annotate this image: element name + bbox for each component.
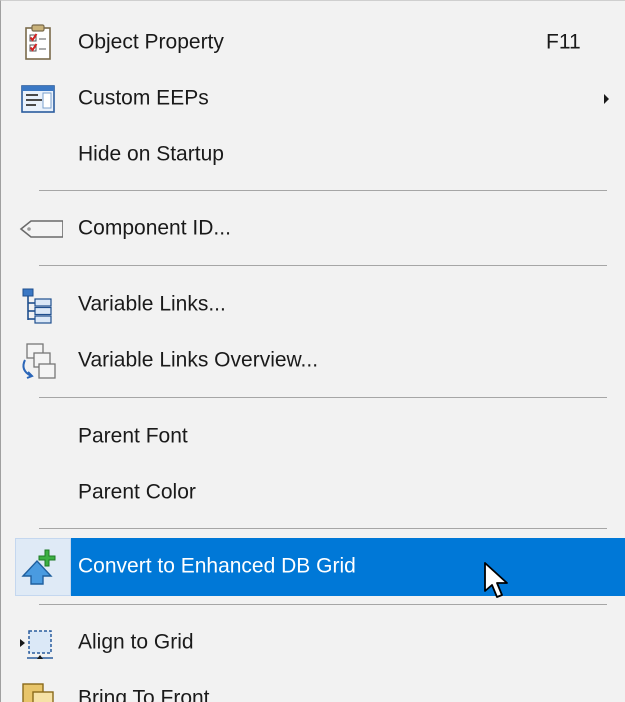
menu-item-custom-eeps[interactable]: Custom EEPs (1, 71, 625, 127)
variable-links-tree-icon (22, 288, 52, 324)
menu-item-label: Custom EEPs (78, 86, 209, 110)
submenu-arrow-icon (604, 94, 609, 104)
shortcut-label: F11 (546, 30, 581, 54)
bring-to-front-icon (22, 683, 54, 702)
mouse-pointer-icon (484, 562, 508, 598)
menu-separator (39, 190, 607, 191)
context-menu: Object Property F11 Custom EEPs Hide on … (0, 0, 625, 702)
menu-item-label: Convert to Enhanced DB Grid (78, 554, 356, 578)
menu-item-label: Variable Links... (78, 292, 226, 316)
menu-item-align-to-grid[interactable]: Align to Grid (1, 615, 625, 671)
menu-item-object-property[interactable]: Object Property F11 (1, 15, 625, 71)
menu-item-parent-font[interactable]: Parent Font (1, 409, 625, 465)
menu-item-variable-links-overview[interactable]: Variable Links Overview... (1, 333, 625, 389)
menu-item-label: Bring To Front (78, 686, 210, 702)
menu-item-bring-to-front[interactable]: Bring To Front (1, 671, 625, 702)
menu-item-hide-on-startup[interactable]: Hide on Startup (1, 127, 625, 183)
menu-item-label: Variable Links Overview... (78, 348, 319, 372)
menu-item-variable-links[interactable]: Variable Links... (1, 277, 625, 333)
menu-item-label: Parent Color (78, 480, 196, 504)
menu-item-label: Component ID... (78, 216, 231, 240)
menu-item-parent-color[interactable]: Parent Color (1, 465, 625, 521)
menu-item-convert-to-enhanced-db-grid[interactable]: Convert to Enhanced DB Grid (1, 539, 625, 595)
align-to-grid-icon (20, 630, 53, 659)
convert-arrow-plus-icon (21, 549, 56, 585)
custom-eeps-icon (21, 85, 55, 113)
component-id-tag-icon (19, 220, 63, 238)
menu-item-component-id[interactable]: Component ID... (1, 201, 625, 257)
menu-separator (39, 604, 607, 605)
variable-links-overview-icon (22, 343, 56, 379)
object-property-icon (25, 24, 51, 60)
menu-separator (39, 528, 607, 529)
menu-separator (39, 397, 607, 398)
menu-item-label: Align to Grid (78, 630, 194, 654)
menu-item-label: Parent Font (78, 424, 188, 448)
menu-item-label: Hide on Startup (78, 142, 224, 166)
menu-separator (39, 265, 607, 266)
menu-item-label: Object Property (78, 30, 224, 54)
